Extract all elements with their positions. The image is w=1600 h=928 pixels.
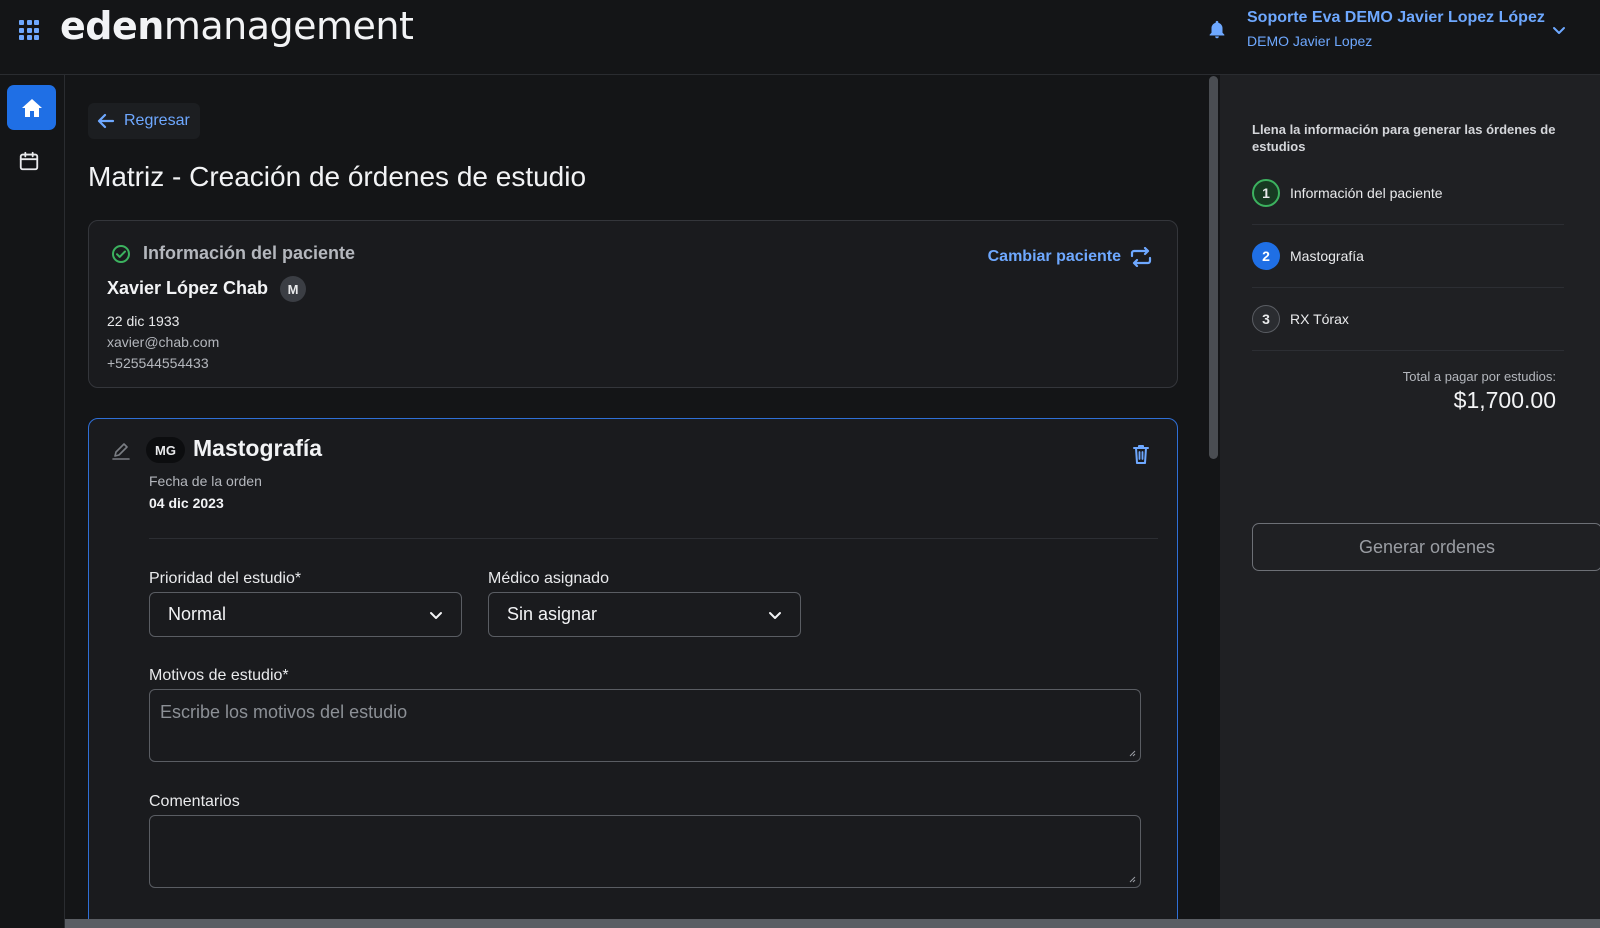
order-date-value: 04 dic 2023	[149, 495, 224, 511]
step-patient-info[interactable]: 1 Información del paciente	[1252, 161, 1564, 225]
divider	[149, 538, 1158, 539]
study-type-badge: MG	[146, 437, 185, 463]
left-nav	[0, 75, 65, 928]
bell-icon[interactable]	[1206, 18, 1228, 42]
scrollbar-thumb[interactable]	[1209, 76, 1218, 459]
back-button[interactable]: Regresar	[88, 103, 200, 139]
apps-grid-icon[interactable]	[19, 20, 39, 40]
order-summary-panel: Llena la información para generar las ór…	[1220, 75, 1600, 919]
order-date-label: Fecha de la orden	[149, 473, 262, 489]
doctor-select-value: Sin asignar	[507, 604, 598, 624]
patient-email: xavier@chab.com	[107, 334, 220, 350]
doctor-label: Médico asignado	[488, 570, 609, 587]
nav-home-button[interactable]	[7, 85, 56, 130]
chevron-down-icon	[430, 611, 442, 619]
priority-select-value: Normal	[168, 604, 227, 624]
main-vertical-scrollbar[interactable]	[1207, 75, 1220, 928]
page-title: Matriz - Creación de órdenes de estudio	[88, 161, 587, 192]
summary-intro: Llena la información para generar las ór…	[1252, 122, 1556, 154]
app-logo[interactable]: edenmanagement	[60, 4, 414, 48]
patient-birth-date: 22 dic 1933	[107, 313, 180, 329]
doctor-select[interactable]: Sin asignar	[488, 592, 801, 637]
logo-light: management	[163, 4, 414, 48]
priority-label: Prioridad del estudio*	[149, 570, 302, 587]
chevron-down-icon	[769, 611, 781, 619]
pencil-icon[interactable]	[111, 441, 131, 461]
resize-grip-icon[interactable]	[1128, 875, 1136, 883]
patient-name: Xavier López Chab	[107, 278, 269, 298]
home-icon	[21, 98, 42, 117]
check-circle-icon	[112, 245, 130, 263]
swap-arrows-icon	[1130, 247, 1152, 267]
reasons-textarea[interactable]: Escribe los motivos del estudio	[149, 689, 1141, 762]
step-number-badge: 3	[1252, 304, 1280, 333]
back-button-label: Regresar	[124, 112, 190, 129]
user-organization: DEMO Javier Lopez	[1247, 33, 1373, 49]
step-mastografia[interactable]: 2 Mastografía	[1252, 224, 1564, 288]
main-content: Regresar Matriz - Creación de órdenes de…	[65, 75, 1207, 928]
patient-info-card: Información del paciente Xavier López Ch…	[88, 220, 1178, 388]
top-bar: edenmanagement Soporte Eva DEMO Javier L…	[0, 0, 1600, 75]
reasons-label: Motivos de estudio*	[149, 667, 289, 684]
total-value: $1,700.00	[1453, 387, 1556, 413]
reasons-placeholder: Escribe los motivos del estudio	[160, 702, 408, 722]
study-card-mastografia: MG Mastografía Fecha de la orden 04 dic …	[88, 418, 1178, 928]
logo-bold: eden	[60, 4, 164, 48]
chevron-down-icon[interactable]	[1551, 22, 1567, 38]
step-rx-torax[interactable]: 3 RX Tórax	[1252, 287, 1564, 351]
patient-gender-badge: M	[280, 276, 306, 302]
total-label: Total a pagar por estudios:	[1402, 369, 1556, 384]
step-number-badge: 2	[1252, 241, 1280, 270]
step-number-badge: 1	[1252, 178, 1280, 207]
comments-textarea[interactable]	[149, 815, 1141, 888]
change-patient-button[interactable]: Cambiar paciente	[988, 247, 1153, 267]
trash-icon[interactable]	[1131, 443, 1151, 465]
generate-orders-button[interactable]: Generar ordenes	[1252, 523, 1600, 571]
comments-label: Comentarios	[149, 793, 240, 810]
user-menu[interactable]: Soporte Eva DEMO Javier Lopez López DEMO…	[1247, 9, 1545, 49]
arrow-left-icon	[97, 113, 115, 129]
step-label: Información del paciente	[1290, 184, 1443, 201]
resize-grip-icon[interactable]	[1128, 749, 1136, 757]
patient-section-title: Información del paciente	[143, 243, 356, 263]
calendar-icon[interactable]	[18, 150, 40, 172]
priority-select[interactable]: Normal	[149, 592, 462, 637]
user-name: Soporte Eva DEMO Javier Lopez López	[1247, 9, 1545, 26]
step-label: RX Tórax	[1290, 310, 1349, 327]
change-patient-label: Cambiar paciente	[987, 248, 1121, 265]
horizontal-scrollbar[interactable]	[65, 919, 1600, 928]
patient-phone: +525544554433	[107, 355, 209, 371]
study-title: Mastografía	[193, 435, 323, 461]
step-label: Mastografía	[1290, 247, 1364, 264]
